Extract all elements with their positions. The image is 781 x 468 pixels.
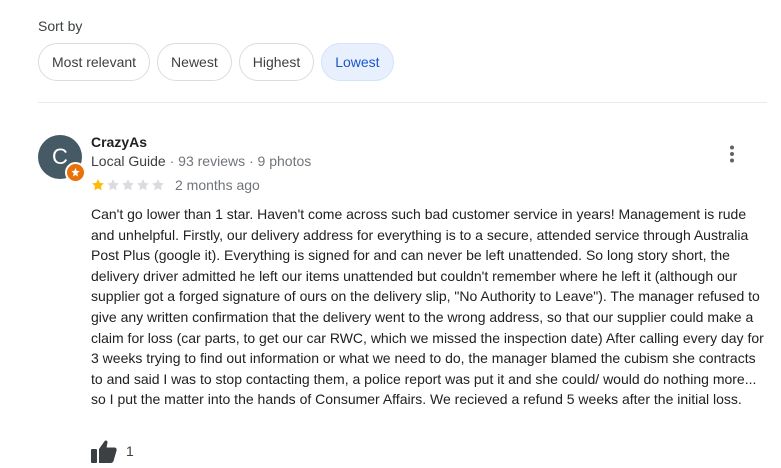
star-empty-icon [107, 179, 119, 191]
reviewer-meta: Local Guide · 93 reviews · 9 photos [91, 153, 311, 169]
like-count: 1 [126, 443, 134, 459]
divider [38, 102, 767, 103]
star-burst-icon [71, 167, 80, 177]
meta-separator: · [248, 153, 258, 169]
star-filled-icon [92, 179, 104, 191]
star-empty-icon [122, 179, 134, 191]
reviewer-name[interactable]: CrazyAs [91, 134, 147, 150]
reviews-count: 93 reviews [178, 153, 246, 169]
star-rating [91, 178, 165, 192]
like-row: 1 [91, 439, 134, 463]
star-empty-icon [137, 179, 149, 191]
sort-lowest-chip[interactable]: Lowest [321, 43, 394, 81]
more-options-button[interactable] [720, 142, 744, 166]
sort-options: Most relevant Newest Highest Lowest [38, 43, 394, 81]
thumbs-up-icon[interactable] [91, 439, 117, 463]
sort-by-label: Sort by [38, 18, 83, 34]
meta-separator: · [169, 153, 179, 169]
photos-count: 9 photos [257, 153, 312, 169]
sort-most-relevant-chip[interactable]: Most relevant [38, 43, 151, 81]
review-text: Can't go lower than 1 star. Haven't come… [91, 206, 764, 408]
more-vert-icon [730, 145, 734, 163]
sort-highest-chip[interactable]: Highest [238, 43, 315, 81]
local-guide-badge-icon [65, 162, 86, 183]
star-empty-icon [152, 179, 164, 191]
sort-newest-chip[interactable]: Newest [157, 43, 232, 81]
local-guide-label: Local Guide [91, 153, 166, 169]
review-date: 2 months ago [175, 177, 260, 193]
rating-row: 2 months ago [91, 177, 260, 193]
